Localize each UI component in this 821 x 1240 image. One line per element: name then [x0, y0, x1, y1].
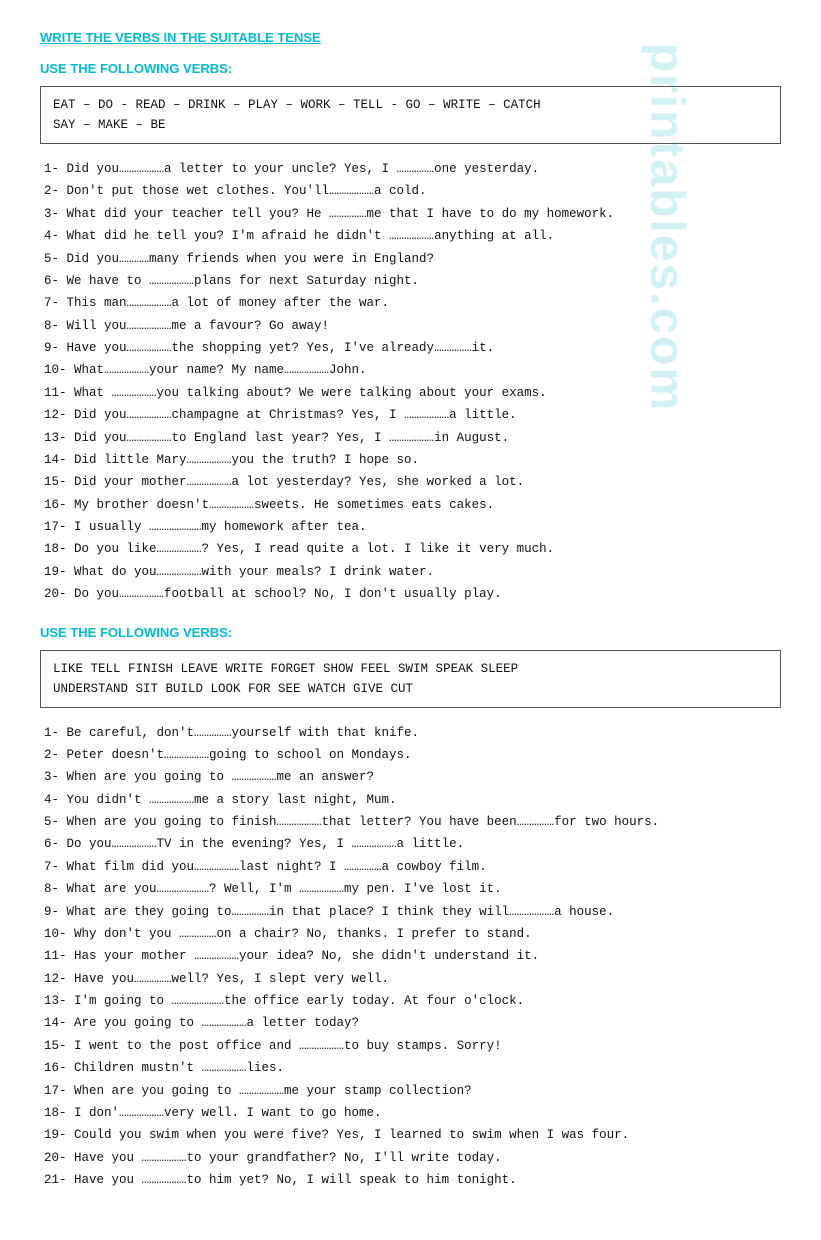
list-item: 12- Did you………………champagne at Christmas?…: [40, 406, 781, 425]
list-item: 2- Peter doesn't………………going to school on…: [40, 746, 781, 765]
list-item: 6- Do you………………TV in the evening? Yes, I…: [40, 835, 781, 854]
section2-list: 1- Be careful, don't……………yourself with t…: [40, 724, 781, 1191]
list-item: 4- What did he tell you? I'm afraid he d…: [40, 227, 781, 246]
list-item: 10- Why don't you ……………on a chair? No, t…: [40, 925, 781, 944]
list-item: 12- Have you……………well? Yes, I slept very…: [40, 970, 781, 989]
section2-title: USE THE FOLLOWING VERBS:: [40, 625, 781, 640]
list-item: 8- What are you…………………? Well, I'm …………………: [40, 880, 781, 899]
list-item: 5- Did you…………many friends when you were…: [40, 250, 781, 269]
list-item: 4- You didn't ………………me a story last nigh…: [40, 791, 781, 810]
verb-box-1: EAT – DO - READ – DRINK – PLAY – WORK – …: [40, 86, 781, 144]
verb-box1-line2: SAY – MAKE – BE: [53, 115, 768, 135]
list-item: 20- Have you ………………to your grandfather? …: [40, 1149, 781, 1168]
list-item: 15- I went to the post office and …………………: [40, 1037, 781, 1056]
list-item: 14- Are you going to ………………a letter toda…: [40, 1014, 781, 1033]
list-item: 8- Will you………………me a favour? Go away!: [40, 317, 781, 336]
list-item: 17- I usually …………………my homework after t…: [40, 518, 781, 537]
list-item: 19- Could you swim when you were five? Y…: [40, 1126, 781, 1145]
list-item: 3- When are you going to ………………me an ans…: [40, 768, 781, 787]
verb-box2-line2: UNDERSTAND SIT BUILD LOOK FOR SEE WATCH …: [53, 679, 768, 699]
verb-box1-line1: EAT – DO - READ – DRINK – PLAY – WORK – …: [53, 95, 768, 115]
list-item: 18- I don'………………very well. I want to go …: [40, 1104, 781, 1123]
list-item: 16- Children mustn't ………………lies.: [40, 1059, 781, 1078]
list-item: 1- Be careful, don't……………yourself with t…: [40, 724, 781, 743]
verb-box2-line1: LIKE TELL FINISH LEAVE WRITE FORGET SHOW…: [53, 659, 768, 679]
list-item: 15- Did your mother………………a lot yesterday…: [40, 473, 781, 492]
list-item: 3- What did your teacher tell you? He ………: [40, 205, 781, 224]
list-item: 6- We have to ………………plans for next Satur…: [40, 272, 781, 291]
list-item: 5- When are you going to finish………………tha…: [40, 813, 781, 832]
list-item: 9- Have you………………the shopping yet? Yes, …: [40, 339, 781, 358]
main-title: WRITE THE VERBS IN THE SUITABLE TENSE: [40, 30, 781, 45]
list-item: 1- Did you………………a letter to your uncle? …: [40, 160, 781, 179]
list-item: 21- Have you ………………to him yet? No, I wil…: [40, 1171, 781, 1190]
list-item: 18- Do you like………………? Yes, I read quite…: [40, 540, 781, 559]
list-item: 19- What do you………………with your meals? I …: [40, 563, 781, 582]
list-item: 2- Don't put those wet clothes. You'll………: [40, 182, 781, 201]
list-item: 20- Do you………………football at school? No, …: [40, 585, 781, 604]
list-item: 10- What………………your name? My name………………Jo…: [40, 361, 781, 380]
list-item: 13- I'm going to …………………the office early…: [40, 992, 781, 1011]
list-item: 9- What are they going to……………in that pl…: [40, 903, 781, 922]
verb-box-2: LIKE TELL FINISH LEAVE WRITE FORGET SHOW…: [40, 650, 781, 708]
list-item: 11- What ………………you talking about? We wer…: [40, 384, 781, 403]
list-item: 13- Did you………………to England last year? Y…: [40, 429, 781, 448]
list-item: 7- What film did you………………last night? I …: [40, 858, 781, 877]
list-item: 14- Did little Mary………………you the truth? …: [40, 451, 781, 470]
section1-title: USE THE FOLLOWING VERBS:: [40, 61, 781, 76]
list-item: 11- Has your mother ………………your idea? No,…: [40, 947, 781, 966]
list-item: 17- When are you going to ………………me your …: [40, 1082, 781, 1101]
list-item: 7- This man………………a lot of money after th…: [40, 294, 781, 313]
section1-list: 1- Did you………………a letter to your uncle? …: [40, 160, 781, 605]
list-item: 16- My brother doesn't………………sweets. He s…: [40, 496, 781, 515]
